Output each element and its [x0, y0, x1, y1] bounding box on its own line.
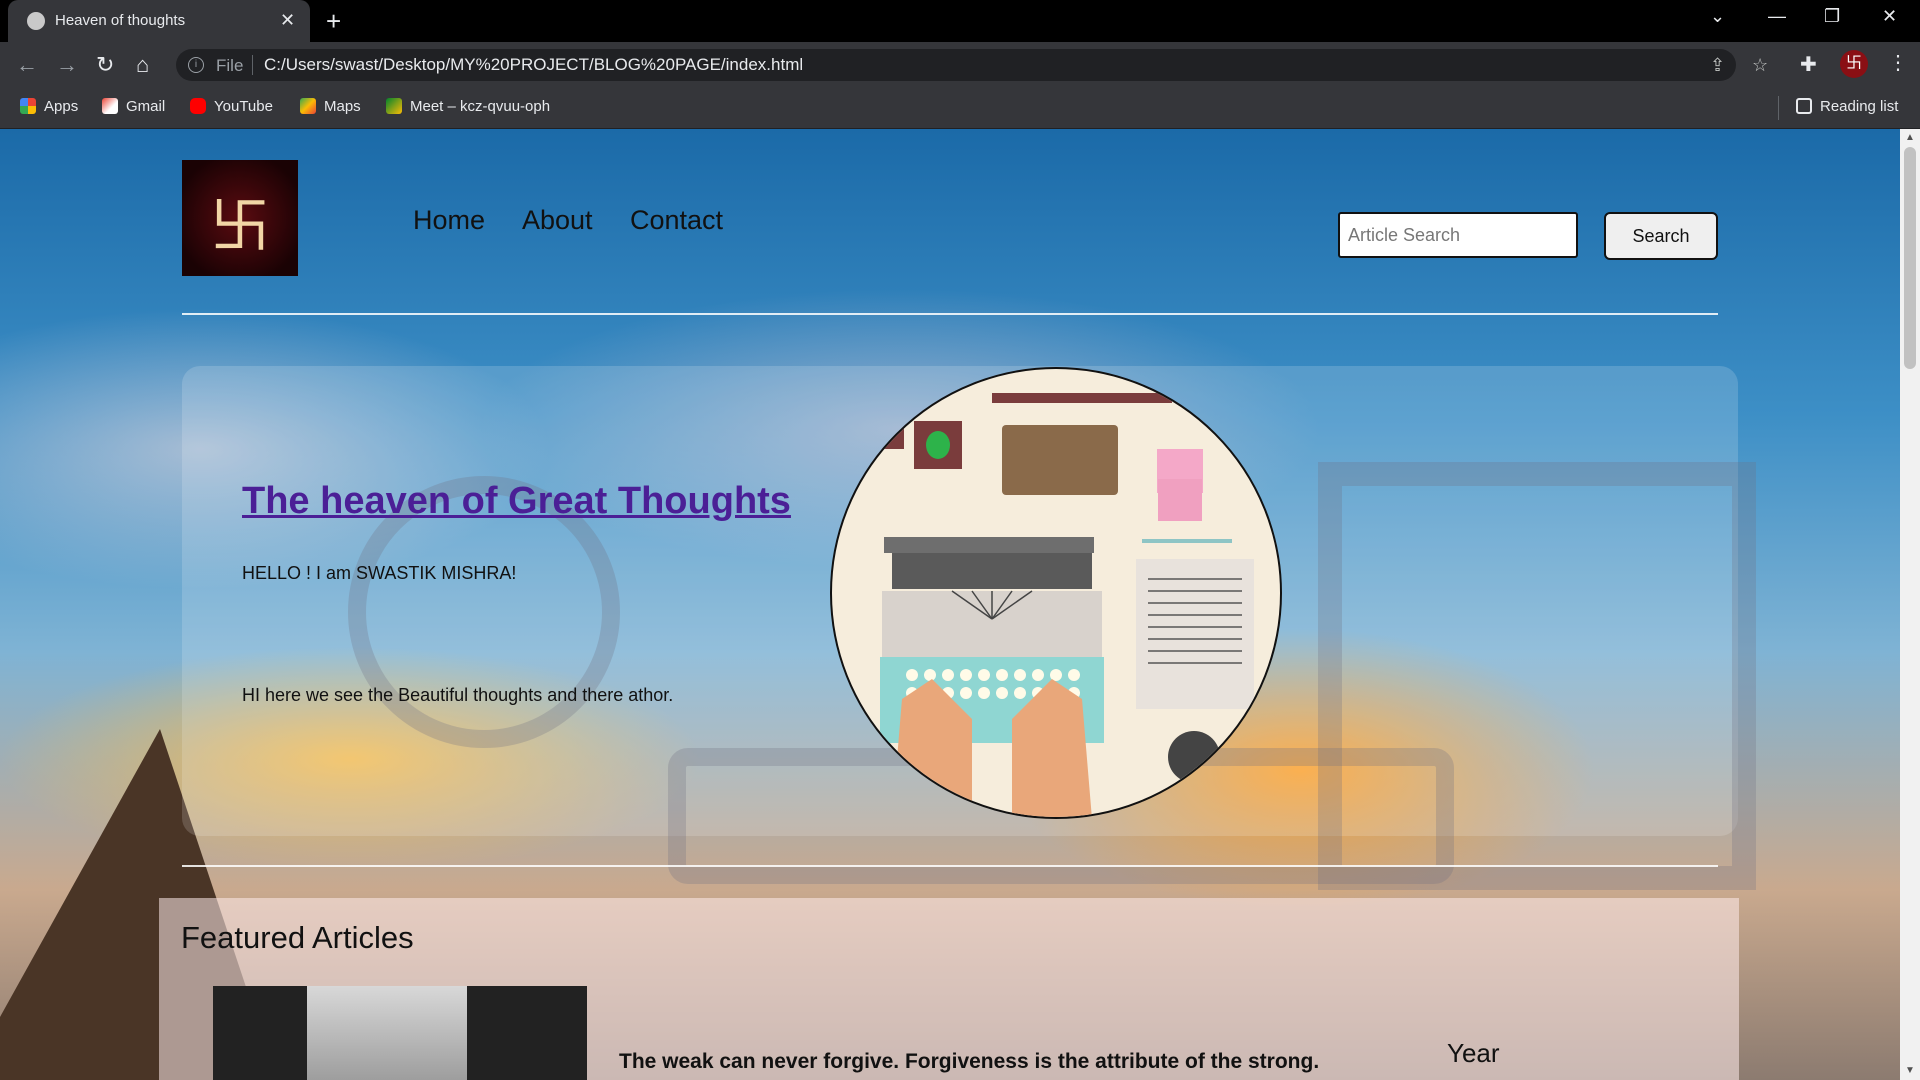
page-viewport: 卐 Home About Contact Search The heaven o…	[0, 129, 1900, 1080]
bookmark-meet[interactable]: Meet – kcz-qvuu-oph	[386, 98, 550, 115]
bookmark-maps[interactable]: Maps	[300, 98, 361, 115]
bookmark-apps[interactable]: Apps	[20, 98, 78, 115]
tab-strip: Heaven of thoughts ✕ + ⌄ — ❐ ✕	[0, 0, 1920, 42]
menu-icon[interactable]: ⋮	[1888, 50, 1908, 75]
omnibox-divider	[252, 55, 253, 75]
back-icon[interactable]: ←	[16, 52, 38, 78]
window-close-icon[interactable]: ✕	[1882, 6, 1897, 27]
hero-title-link[interactable]: The heaven of Great Thoughts	[242, 480, 791, 523]
home-icon[interactable]: ⌂	[136, 52, 149, 78]
swastika-logo-icon: 卐	[210, 193, 270, 260]
restore-icon[interactable]: ❐	[1824, 6, 1840, 27]
nav-contact[interactable]: Contact	[630, 205, 723, 236]
bookmark-gmail[interactable]: Gmail	[102, 98, 165, 115]
minimize-icon[interactable]: —	[1768, 6, 1786, 27]
nav-home[interactable]: Home	[413, 205, 485, 236]
close-tab-icon[interactable]: ✕	[280, 10, 295, 31]
share-icon[interactable]: ⇪	[1710, 55, 1725, 76]
typewriter-illustration	[830, 367, 1282, 819]
typewriter-illustration-svg	[864, 393, 1254, 817]
scroll-down-icon[interactable]: ▼	[1905, 1065, 1915, 1076]
browser-tab[interactable]: Heaven of thoughts ✕	[8, 0, 310, 42]
bookmarks-divider	[1778, 96, 1779, 120]
gandhi-photo	[307, 986, 467, 1080]
bookmark-label: Gmail	[126, 98, 166, 115]
featured-title: Featured Articles	[181, 920, 414, 955]
article-search-input[interactable]	[1338, 212, 1578, 258]
bookmark-star-icon[interactable]: ☆	[1752, 55, 1768, 76]
hero-greeting: HELLO ! I am SWASTIK MISHRA!	[242, 563, 517, 583]
globe-icon	[27, 12, 45, 30]
bookmark-label: YouTube	[214, 98, 273, 115]
site-logo[interactable]: 卐	[182, 160, 298, 276]
forward-icon[interactable]: →	[56, 52, 78, 78]
scroll-up-icon[interactable]: ▲	[1905, 132, 1915, 143]
year-label: Year	[1447, 1038, 1500, 1068]
bookmark-youtube[interactable]: YouTube	[190, 98, 273, 115]
maps-icon	[300, 98, 316, 114]
file-label: File	[216, 56, 244, 75]
youtube-icon	[190, 98, 206, 114]
scroll-thumb[interactable]	[1904, 147, 1916, 369]
reload-icon[interactable]: ↻	[96, 52, 114, 78]
bookmark-label: Meet – kcz-qvuu-oph	[410, 98, 551, 115]
meet-icon	[386, 98, 402, 114]
hero-divider	[182, 865, 1718, 867]
tab-search-icon[interactable]: ⌄	[1710, 6, 1725, 27]
article-thumbnail[interactable]	[213, 986, 587, 1080]
hero-description: HI here we see the Beautiful thoughts an…	[242, 685, 674, 705]
apps-grid-icon	[20, 98, 36, 114]
reading-list-label: Reading list	[1820, 98, 1899, 115]
nav-about[interactable]: About	[522, 205, 593, 236]
profile-avatar[interactable]: 卐	[1840, 50, 1868, 78]
reading-list-icon	[1796, 98, 1812, 114]
gmail-icon	[102, 98, 118, 114]
info-icon[interactable]: i	[188, 57, 204, 73]
new-tab-icon[interactable]: +	[326, 6, 341, 37]
article-quote: The weak can never forgive. Forgiveness …	[619, 1050, 1320, 1073]
tab-title: Heaven of thoughts	[55, 12, 186, 29]
reading-list-button[interactable]: Reading list	[1796, 98, 1898, 115]
address-bar[interactable]: i File C:/Users/swast/Desktop/MY%20PROJE…	[176, 49, 1768, 81]
search-button[interactable]: Search	[1604, 212, 1718, 260]
browser-toolbar: ← → ↻ ⌂ i File C:/Users/swast/Desktop/MY…	[0, 42, 1920, 88]
page-scrollbar[interactable]: ▲ ▼	[1900, 129, 1920, 1080]
featured-articles-section: Featured Articles The weak can never for…	[159, 898, 1739, 1080]
bookmark-label: Maps	[324, 98, 361, 115]
url-text[interactable]: C:/Users/swast/Desktop/MY%20PROJECT/BLOG…	[264, 55, 803, 75]
header-divider	[182, 313, 1718, 315]
bookmarks-bar: Apps Gmail YouTube Maps Meet – kcz-qvuu-…	[0, 88, 1920, 129]
extensions-icon[interactable]: ✚	[1800, 52, 1817, 77]
bookmark-label: Apps	[44, 98, 79, 115]
